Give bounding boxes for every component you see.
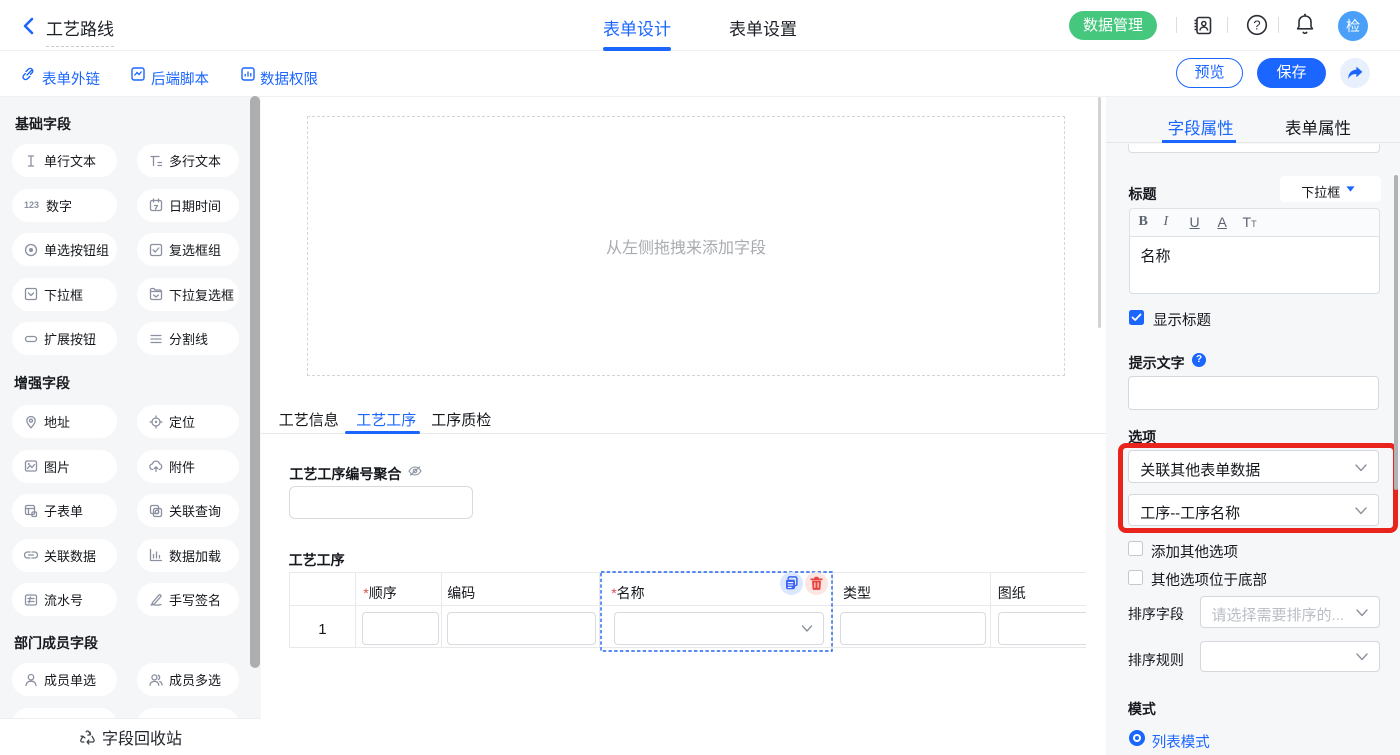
svg-text:?: ? bbox=[1253, 18, 1260, 33]
